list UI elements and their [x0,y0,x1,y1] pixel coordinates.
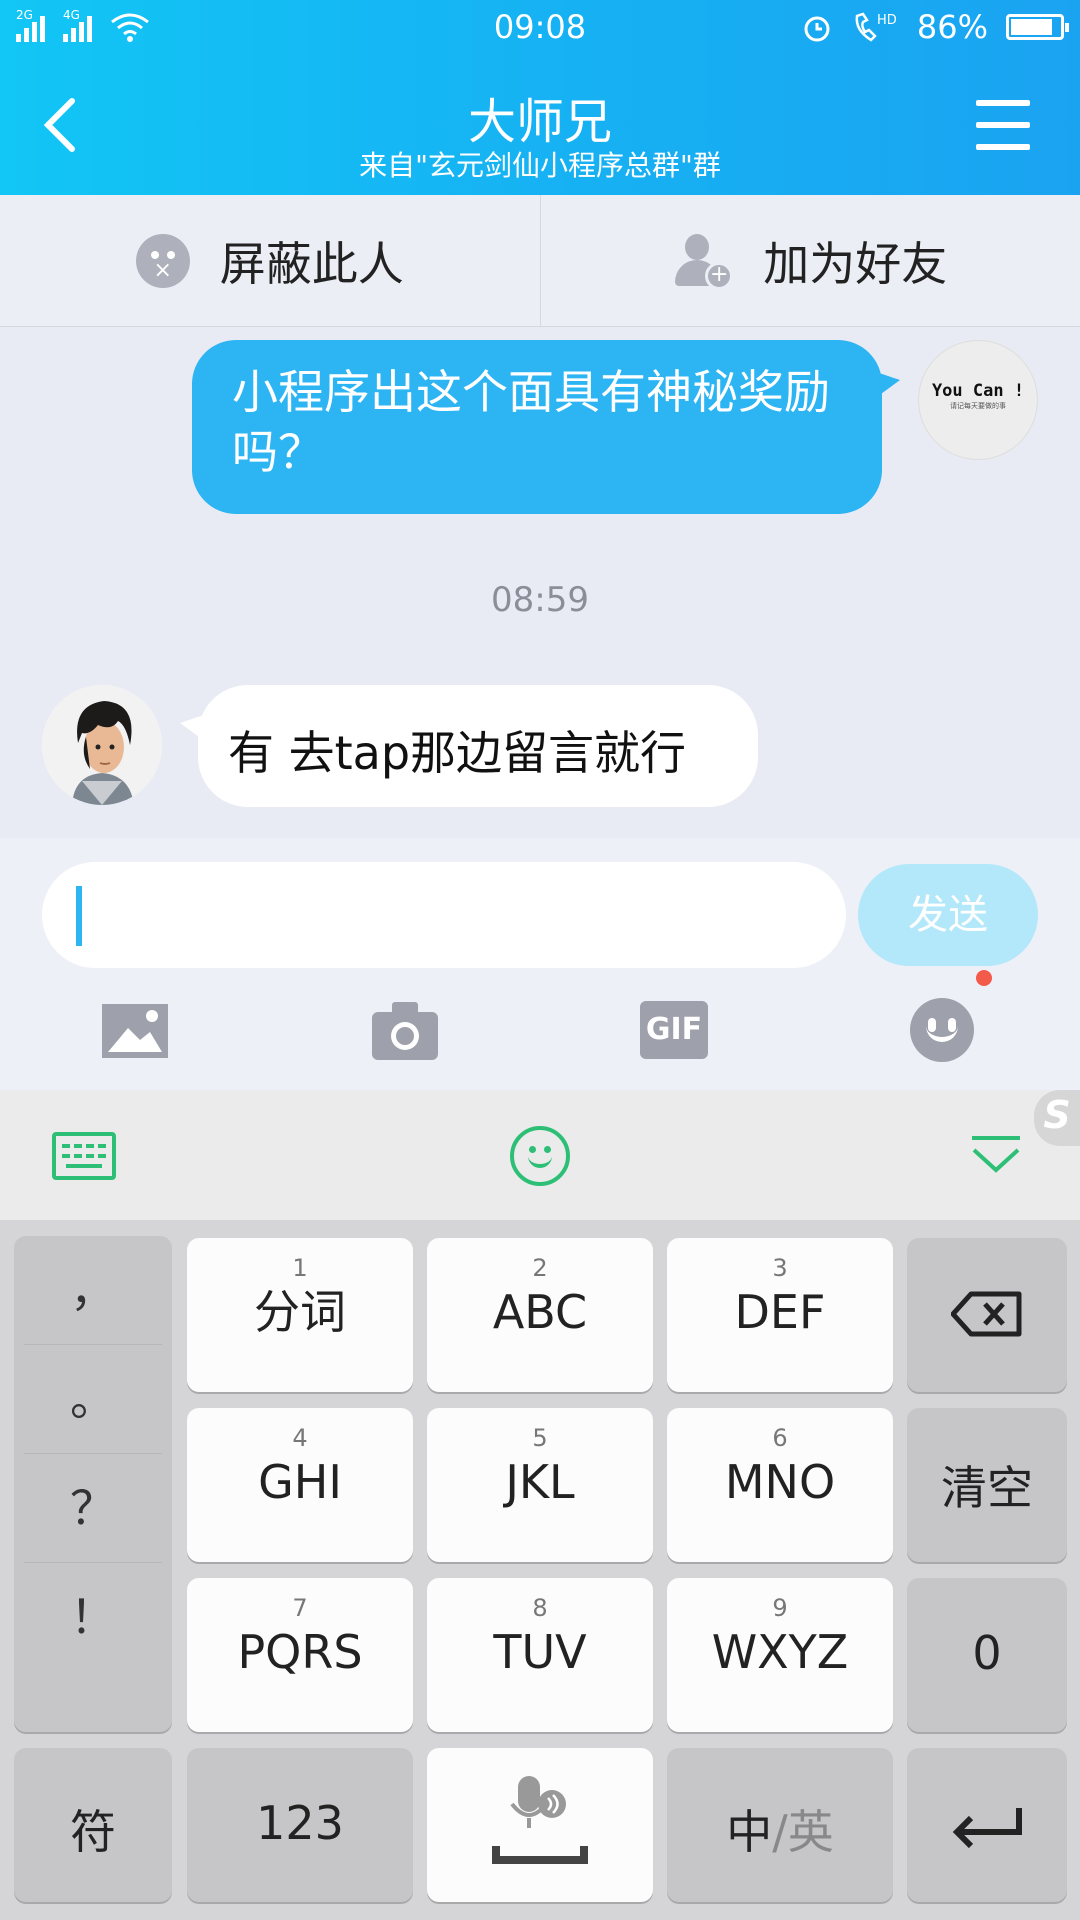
block-user-button[interactable]: × 屏蔽此人 [0,195,540,326]
key-7[interactable]: 7 PQRS [187,1578,413,1732]
key-5[interactable]: 5 JKL [427,1408,653,1562]
top-bar: 2G 4G 09:08 HD 86% 大师兄 来自"玄元剑仙小程序总群"群 [0,0,1080,195]
key-1[interactable]: 1 分词 [187,1238,413,1392]
my-avatar[interactable]: You Can ! 请记每天要做的事 [918,340,1038,460]
gif-icon[interactable]: GIF [640,998,710,1062]
key-9[interactable]: 9 WXYZ [667,1578,893,1732]
notification-dot [976,970,992,986]
battery-icon [1006,14,1069,40]
language-switch-key[interactable]: 中/英 [667,1748,893,1902]
page-title: 大师兄 [467,94,612,150]
keyboard-emoji-icon[interactable] [510,1126,570,1186]
add-friend-button[interactable]: + 加为好友 [539,195,1080,326]
symbol-key[interactable]: 符 [14,1748,172,1902]
camera-icon[interactable] [370,998,440,1062]
incoming-message-text: 有 去tap那边留言就行 [228,726,687,780]
input-area: 发送 GIF [0,838,1080,1090]
svg-text:HD: HD [877,13,897,28]
send-button[interactable]: 发送 [858,864,1038,966]
outgoing-message-text: 小程序出这个面具有神秘奖励吗？ [232,365,830,479]
key-0[interactable]: 0 [907,1578,1067,1732]
punct-key-comma[interactable]: ， [24,1236,162,1345]
image-icon[interactable] [100,998,170,1062]
punct-key-exclaim[interactable]: ！ [24,1563,162,1672]
lang-sep: / [772,1805,788,1859]
clear-key[interactable]: 清空 [907,1408,1067,1562]
enter-key[interactable] [907,1748,1067,1902]
text-caret [76,886,82,946]
message-input[interactable] [42,862,846,968]
lang-en: 英 [787,1805,834,1859]
my-avatar-subtext: 请记每天要做的事 [950,402,1006,410]
alarm-icon [804,16,830,42]
number-mode-key[interactable]: 123 [187,1748,413,1902]
emoji-icon [910,970,992,1062]
avatar-portrait [42,685,162,805]
stranger-action-bar: × 屏蔽此人 + 加为好友 [0,195,1080,327]
block-user-label: 屏蔽此人 [219,236,404,291]
message-timestamp: 08:59 [491,580,589,620]
key-8[interactable]: 8 TUV [427,1578,653,1732]
key-4[interactable]: 4 GHI [187,1408,413,1562]
battery-fill [1011,19,1053,35]
block-icon: × [135,233,190,288]
ime-logo-icon: S [1034,1090,1080,1146]
hide-keyboard-icon[interactable] [968,1134,1024,1178]
key-2[interactable]: 2 ABC [427,1238,653,1392]
keyboard-toolbar: S [0,1090,1080,1220]
key-6[interactable]: 6 MNO [667,1408,893,1562]
contact-avatar[interactable] [42,685,162,805]
add-user-icon: + [673,232,734,290]
keyboard: ， 。 ？ ！ 1 分词 2 ABC 3 DEF 4 GHI 5 JKL 6 MNO 清空 … [0,1220,1080,1920]
add-friend-label: 加为好友 [763,236,948,291]
keyboard-icon[interactable] [52,1132,116,1180]
key-3[interactable]: 3 DEF [667,1238,893,1392]
menu-icon[interactable] [976,100,1030,150]
microphone-icon [492,1776,588,1864]
incoming-message-bubble[interactable]: 有 去tap那边留言就行 [180,685,758,807]
emoji-panel-button[interactable] [910,970,992,1062]
lang-zh: 中 [726,1805,773,1859]
enter-icon [952,1808,1022,1849]
backspace-key[interactable] [907,1238,1067,1392]
my-avatar-text: You Can ! [931,381,1025,401]
page-subtitle: 来自"玄元剑仙小程序总群"群 [359,149,721,182]
space-voice-key[interactable] [427,1748,653,1902]
backspace-icon [950,1291,1022,1337]
battery-percent: 86% [916,8,988,46]
hd-call-icon: HD [855,12,897,42]
punct-key-period[interactable]: 。 [24,1345,162,1454]
punct-key-question[interactable]: ？ [24,1454,162,1563]
status-right: HD 86% [801,8,1069,46]
status-bar: 2G 4G 09:08 HD 86% [0,0,1080,56]
punctuation-column[interactable]: ， 。 ？ ！ [14,1236,172,1732]
outgoing-message-bubble[interactable]: 小程序出这个面具有神秘奖励吗？ [192,340,900,514]
